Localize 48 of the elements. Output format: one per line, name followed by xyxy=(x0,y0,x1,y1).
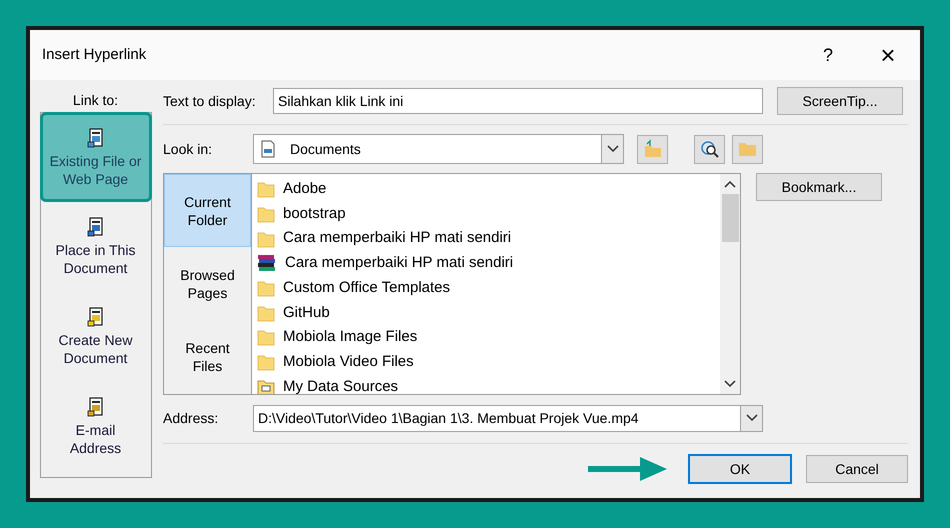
chevron-up-icon xyxy=(724,180,736,188)
folder-icon xyxy=(257,180,275,198)
document-icon xyxy=(260,140,276,158)
folder-icon xyxy=(257,205,275,224)
chevron-down-icon xyxy=(746,414,758,422)
books-icon xyxy=(257,254,277,272)
chevron-down-icon xyxy=(606,145,618,153)
folder-icon xyxy=(257,279,275,298)
file-item[interactable]: Cara memperbaiki HP mati sendiri xyxy=(257,251,720,276)
ok-button[interactable]: OK xyxy=(688,454,792,484)
browse-tab[interactable]: Browsed Pages xyxy=(164,247,251,320)
browse-tab[interactable]: Current Folder xyxy=(164,174,251,247)
folder-icon xyxy=(257,304,275,322)
link-type-item[interactable]: Existing File or Web Page xyxy=(40,112,152,202)
web-search-icon[interactable] xyxy=(694,134,725,164)
text-to-display-field[interactable]: Silahkan klik Link ini xyxy=(273,88,763,114)
scroll-thumb[interactable] xyxy=(722,194,738,242)
screentip-button[interactable]: ScreenTip... xyxy=(777,87,903,115)
address-dropdown[interactable]: D:\Video\Tutor\Video 1\Bagian 1\3. Membuat Projek Vue.mp4 xyxy=(253,404,763,432)
file-item[interactable]: GitHub xyxy=(257,300,720,326)
bookmark-button[interactable]: Bookmark... xyxy=(756,173,882,201)
browse-tab[interactable]: Recent Files xyxy=(164,320,251,393)
link-type-item[interactable]: E-mail Address xyxy=(40,381,150,471)
folder-icon xyxy=(257,230,275,248)
link-type-item[interactable]: Create New Document xyxy=(40,291,150,381)
address-label: Address: xyxy=(163,408,220,428)
up-folder-icon[interactable] xyxy=(637,134,668,164)
link-type-item[interactable]: Place in This Document xyxy=(40,201,150,291)
file-item[interactable]: Cara memperbaiki HP mati sendiri xyxy=(257,226,720,252)
file-item[interactable]: My Data Sources xyxy=(257,374,720,394)
file-item[interactable]: Adobe xyxy=(257,177,720,202)
help-button[interactable]: ? xyxy=(808,42,848,68)
chevron-down-icon xyxy=(724,380,736,388)
folder-icon xyxy=(257,353,275,372)
close-button[interactable]: × xyxy=(868,42,908,68)
window-title: Insert Hyperlink xyxy=(42,44,146,65)
look-in-dropdown[interactable]: Documents xyxy=(253,134,624,164)
text-to-display-label: Text to display: xyxy=(163,92,257,111)
scrollbar[interactable] xyxy=(720,174,740,394)
file-item[interactable]: Mobiola Video Files xyxy=(257,350,720,374)
folder-icon xyxy=(257,328,275,346)
file-item[interactable]: Custom Office Templates xyxy=(257,276,720,300)
cancel-button[interactable]: Cancel xyxy=(806,455,908,483)
folder-icon[interactable] xyxy=(732,134,763,164)
look-in-label: Look in: xyxy=(163,140,214,158)
file-item[interactable]: Mobiola Image Files xyxy=(257,325,720,350)
link-to-label: Link to: xyxy=(72,91,118,110)
file-item[interactable]: bootstrap xyxy=(257,202,720,226)
